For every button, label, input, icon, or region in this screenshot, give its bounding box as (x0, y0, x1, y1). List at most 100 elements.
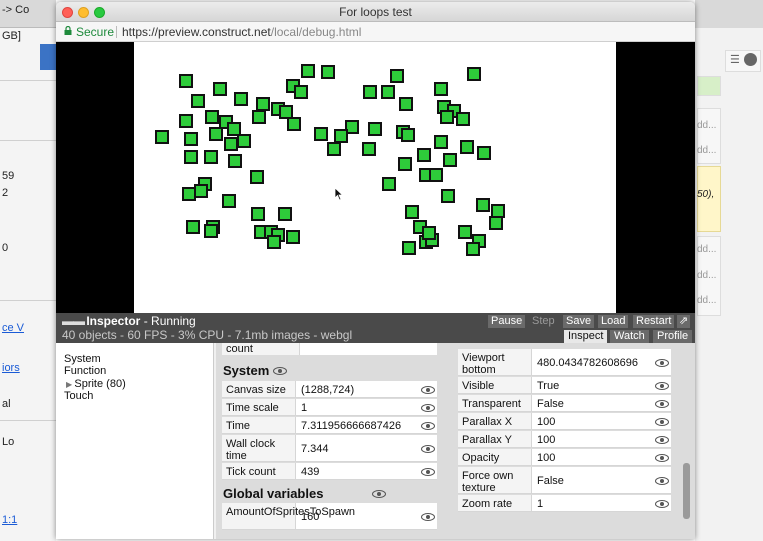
property-value[interactable]: False (537, 398, 564, 410)
sprite-square (398, 157, 412, 171)
tab-inspect[interactable]: Inspect (564, 330, 608, 343)
address-bar[interactable]: Secure https://preview.construct.net/loc… (56, 22, 695, 42)
property-value[interactable]: 439 (301, 466, 319, 478)
inspector-title: ▬▬ Inspector - Running (62, 314, 196, 328)
tree-item-function[interactable]: Function (64, 365, 106, 377)
eye-icon[interactable] (421, 385, 435, 394)
property-value[interactable]: 100 (537, 416, 555, 428)
sprite-square (191, 94, 205, 108)
sprite-square (362, 142, 376, 156)
sprite-square (443, 153, 457, 167)
tree-item-system[interactable]: System (64, 353, 101, 365)
property-key: Viewport bottom (458, 349, 532, 376)
background-blue-block (40, 44, 56, 70)
background-right-text: dd... (697, 120, 717, 131)
property-value[interactable]: 7.311956666687426 (301, 420, 401, 432)
sprite-square (402, 241, 416, 255)
sprite-square (204, 150, 218, 164)
sprite-square (278, 207, 292, 221)
sprite-square (477, 146, 491, 160)
sprite-square (434, 82, 448, 96)
property-row: Viewport bottom 480.0434782608696 (458, 349, 671, 376)
background-left-text: 0 (2, 242, 9, 254)
properties-scrollbar[interactable] (683, 463, 690, 519)
sprite-square (186, 220, 200, 234)
background-left-text: Lo (2, 436, 15, 448)
property-row: Canvas size (1288,724) (222, 381, 437, 398)
eye-icon[interactable] (655, 499, 669, 508)
tree-item-sprite-label: Sprite (80) (74, 378, 126, 390)
eye-icon[interactable] (421, 467, 435, 476)
pause-button[interactable]: Pause (488, 315, 526, 328)
sprite-square (222, 194, 236, 208)
property-value[interactable]: 100 (537, 434, 555, 446)
property-key: Wall clock time (222, 435, 296, 462)
sprite-square (466, 242, 480, 256)
eye-icon[interactable] (421, 444, 435, 453)
eye-icon[interactable] (655, 358, 669, 367)
property-row: Transparent False (458, 395, 671, 412)
property-value[interactable]: 100 (537, 452, 555, 464)
property-value[interactable]: True (537, 380, 559, 392)
sprite-square (458, 225, 472, 239)
eye-icon[interactable] (655, 453, 669, 462)
property-row: Parallax Y 100 (458, 431, 671, 448)
game-canvas[interactable] (134, 42, 616, 313)
background-left-text: iors (2, 362, 20, 374)
sprite-square (213, 82, 227, 96)
load-button[interactable]: Load (598, 315, 629, 328)
inspector-stats: 40 objects - 60 FPS - 3% CPU - 7.1mb ima… (62, 328, 353, 342)
sprite-square (301, 64, 315, 78)
eye-icon[interactable] (655, 417, 669, 426)
tab-watch[interactable]: Watch (610, 330, 649, 343)
background-right-text: dd... (697, 295, 717, 306)
url-host: https://preview.construct.net (122, 25, 271, 39)
sprite-square (363, 85, 377, 99)
eye-icon[interactable] (421, 512, 435, 521)
eye-icon[interactable] (655, 435, 669, 444)
step-button[interactable]: Step (529, 315, 558, 328)
inspector-title-label: Inspector (86, 314, 141, 328)
url-path: /local/debug.html (270, 25, 362, 39)
property-row: AmountOfSpritesToSpawn 160 (222, 503, 437, 530)
property-value[interactable]: 1 (301, 402, 307, 414)
eye-icon[interactable] (655, 476, 669, 485)
save-button[interactable]: Save (563, 315, 595, 328)
tree-item-touch[interactable]: Touch (64, 390, 93, 402)
url-text[interactable]: https://preview.construct.net/local/debu… (122, 25, 361, 39)
eye-icon[interactable] (372, 490, 386, 498)
property-value[interactable]: 480.0434782608696 (537, 357, 638, 369)
system-heading-label: System (223, 363, 270, 378)
property-value[interactable]: False (537, 475, 564, 487)
sprite-square (267, 235, 281, 249)
sprite-square (205, 110, 219, 124)
sprite-square (405, 205, 419, 219)
background-left-text: 59 (2, 170, 15, 182)
background-divider (0, 420, 56, 421)
eye-icon[interactable] (421, 403, 435, 412)
property-value[interactable]: 1 (537, 498, 543, 510)
drag-handle-icon[interactable]: ▬▬ (62, 314, 86, 328)
property-value[interactable]: 160 (301, 511, 319, 523)
property-value[interactable]: (1288,724) (301, 384, 354, 396)
sprite-square (314, 127, 328, 141)
secure-label: Secure (76, 25, 115, 39)
property-value[interactable]: 7.344 (301, 443, 329, 455)
background-divider (0, 300, 56, 301)
game-view (56, 42, 695, 313)
eye-icon[interactable] (273, 367, 287, 375)
restart-button[interactable]: Restart (633, 315, 675, 328)
popout-icon[interactable]: ⇗ (677, 315, 691, 328)
eye-icon[interactable] (655, 381, 669, 390)
tab-profile[interactable]: Profile (653, 330, 693, 343)
tree-item-sprite[interactable]: ▶ Sprite (80) (66, 378, 126, 390)
eye-icon[interactable] (421, 421, 435, 430)
sprite-square (390, 69, 404, 83)
background-left-text: al (2, 398, 11, 410)
background-left-text: 2 (2, 187, 9, 199)
sprite-square (381, 85, 395, 99)
sprite-square (467, 67, 481, 81)
property-row: Tick count 439 (222, 463, 437, 480)
eye-icon[interactable] (655, 399, 669, 408)
sprite-square (440, 110, 454, 124)
